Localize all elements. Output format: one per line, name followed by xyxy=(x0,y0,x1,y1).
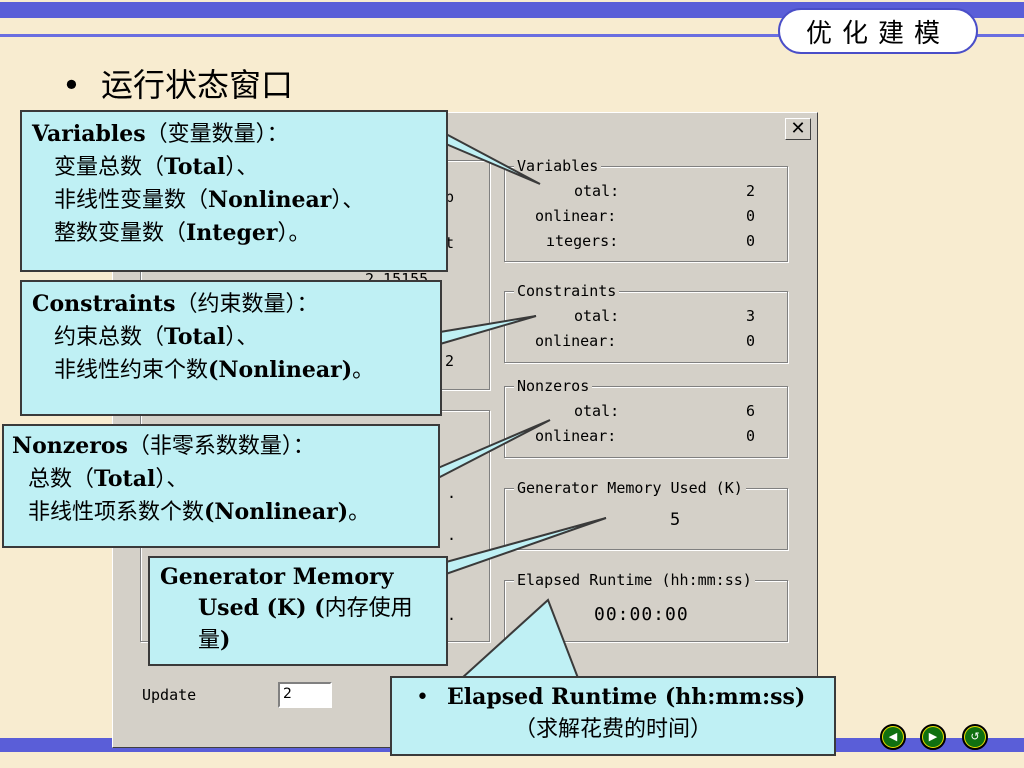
bullet-symbol: • xyxy=(416,685,429,710)
callout-en: Total xyxy=(164,154,226,180)
callout-cn: 变量总数（ xyxy=(54,155,165,180)
variables-integers-label: ıtegers: xyxy=(546,232,619,250)
nonzeros-callout: Nonzeros（非零系数数量）： 总数（Total）、 非线性项系数个数(No… xyxy=(2,424,440,548)
callout-cn: 整数变量数（ xyxy=(54,221,187,246)
update-label: Update xyxy=(142,686,197,704)
elapsed-runtime-title: Elapsed Runtime (hh:mm:ss) xyxy=(514,571,755,589)
callout-cn: 量 xyxy=(198,627,221,653)
variables-callout: Variables（变量数量）： 变量总数（Total）、 非线性变量数（Non… xyxy=(20,110,448,272)
callout-en: ) xyxy=(220,626,231,653)
callout-cn: 总数（ xyxy=(28,467,95,492)
elapsed-runtime-callout: • Elapsed Runtime (hh:mm:ss) （求解花费的时间） xyxy=(390,676,836,756)
right-arrow-icon: ▶ xyxy=(923,727,943,747)
callout-en: (Nonlinear) xyxy=(208,357,353,383)
nonzeros-group-title: Nonzeros xyxy=(514,377,593,395)
nonzeros-total-label: otal: xyxy=(574,402,620,420)
callout-en: Integer xyxy=(186,220,278,246)
nonzeros-nonlinear-label: onlinear: xyxy=(535,427,617,445)
constraints-group xyxy=(504,291,788,363)
return-button[interactable]: ↺ xyxy=(962,724,988,750)
constraints-group-title: Constraints xyxy=(514,282,620,300)
bullet-symbol: • xyxy=(62,66,81,104)
nonzeros-group xyxy=(504,386,788,458)
callout-cn: （变量数量）： xyxy=(145,122,289,147)
callout-cn: 。 xyxy=(348,500,371,525)
variables-total-value: 2 xyxy=(746,182,756,200)
return-arrow-icon: ↺ xyxy=(965,727,985,747)
header-badge: 优化建模 xyxy=(778,8,978,54)
callout-en: Elapsed Runtime (hh:mm:ss) xyxy=(446,684,806,710)
callout-cn: ）。 xyxy=(277,221,311,246)
callout-en: Nonlinear xyxy=(208,187,332,213)
next-slide-button[interactable]: ▶ xyxy=(920,724,946,750)
left-arrow-icon: ◀ xyxy=(883,727,903,747)
slide-title-text: 运行状态窗口 xyxy=(101,66,294,104)
callout-cn: （非零系数数量）： xyxy=(127,434,315,459)
constraints-total-value: 3 xyxy=(746,307,756,325)
left-fragment: 2 xyxy=(445,352,455,370)
callout-cn: ）、 xyxy=(155,467,189,492)
callout-cn: 。 xyxy=(352,358,375,383)
left-fragment: . xyxy=(447,526,457,544)
callout-en: Used (K) ( xyxy=(198,594,325,621)
generator-memory-group xyxy=(504,488,788,550)
elapsed-runtime-value: 00:00:00 xyxy=(594,604,689,625)
constraints-nonlinear-label: onlinear: xyxy=(535,332,617,350)
callout-cn: 约束总数（ xyxy=(54,325,165,350)
callout-en: (Nonlinear) xyxy=(204,499,349,525)
callout-cn: 内存使用 xyxy=(324,595,413,621)
callout-cn: 非线性约束个数 xyxy=(54,358,209,383)
callout-cn: ）、 xyxy=(331,188,365,213)
callout-cn: 非线性项系数个数 xyxy=(28,500,205,525)
callout-en: Nonzeros xyxy=(12,433,128,459)
previous-slide-button[interactable]: ◀ xyxy=(880,724,906,750)
variables-total-label: otal: xyxy=(574,182,620,200)
callout-en: Total xyxy=(94,466,156,492)
callout-cn: 非线性变量数（ xyxy=(54,188,209,213)
variables-nonlinear-value: 0 xyxy=(746,207,756,225)
variables-integers-value: 0 xyxy=(746,232,756,250)
callout-en: Variables xyxy=(32,121,146,147)
nonzeros-nonlinear-value: 0 xyxy=(746,427,756,445)
variables-group-title: Variables xyxy=(514,157,602,175)
generator-memory-title: Generator Memory Used (K) xyxy=(514,479,746,497)
update-interval-input[interactable]: 2 xyxy=(278,682,332,708)
close-button[interactable]: ✕ xyxy=(785,118,811,140)
generator-memory-callout: Generator Memory Used (K) (内存使用 量) xyxy=(148,556,448,666)
left-fragment: . xyxy=(447,606,457,624)
callout-cn: ）、 xyxy=(225,325,259,350)
callout-en: Generator Memory xyxy=(160,564,394,590)
callout-cn: （约束数量）： xyxy=(175,292,319,317)
generator-memory-value: 5 xyxy=(670,510,681,530)
left-fragment: . xyxy=(447,484,457,502)
constraints-callout: Constraints（约束数量）： 约束总数（Total）、 非线性约束个数(… xyxy=(20,280,442,416)
constraints-total-label: otal: xyxy=(574,307,620,325)
callout-en: Constraints xyxy=(32,291,176,317)
callout-cn: （求解花费的时间） xyxy=(513,716,712,742)
slide-title: • 运行状态窗口 xyxy=(62,60,293,106)
constraints-nonlinear-value: 0 xyxy=(746,332,756,350)
variables-nonlinear-label: onlinear: xyxy=(535,207,617,225)
callout-cn: ）、 xyxy=(225,155,259,180)
callout-en: Total xyxy=(164,324,226,350)
nonzeros-total-value: 6 xyxy=(746,402,756,420)
